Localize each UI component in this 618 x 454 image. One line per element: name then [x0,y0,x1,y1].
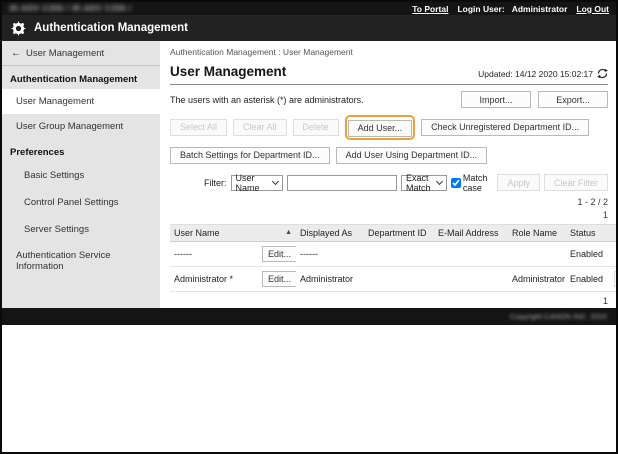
back-arrow-icon: ← [11,49,21,59]
sidebar-back-user-management[interactable]: ← User Management [2,41,160,66]
device-name-redacted: iR-ADV C356 / iR-ADV C356 / [9,4,131,13]
cell-status: Enabled [566,266,610,291]
user-table: User Name ▲ Displayed As Department ID E… [170,224,616,292]
breadcrumb: Authentication Management : User Managem… [170,47,608,57]
sort-ascending-icon[interactable]: ▲ [285,229,292,236]
remote-ui-window: iR-ADV C356 / iR-ADV C356 / To Portal Lo… [0,0,618,454]
cell-displayed-as: ------ [296,241,364,266]
table-row: Administrator * Edit... Administrator Ad… [170,266,616,291]
pagination-bottom: 1 1 - 2 / 2 [170,295,608,308]
chevron-down-icon [272,177,279,184]
login-user-label: Login User: [457,4,504,14]
batch-settings-department-id-button[interactable]: Batch Settings for Department ID... [170,147,330,164]
filter-label: Filter: [204,178,227,188]
sidebar-item-authentication-service-information[interactable]: Authentication Service Information [2,243,160,279]
main-panel: Authentication Management : User Managem… [160,41,616,308]
updated-timestamp: Updated: 14/12 2020 15:02:17 [478,69,593,79]
cell-user-name: Administrator * [170,266,258,291]
col-email-address: E-Mail Address [434,224,508,241]
refresh-icon[interactable] [597,68,608,79]
table-header-row: User Name ▲ Displayed As Department ID E… [170,224,616,241]
col-status: Status [566,224,610,241]
disable-button[interactable]: Disable [614,271,616,287]
login-user-value: Administrator [512,4,568,14]
cell-role [508,241,566,266]
export-button[interactable]: Export... [538,91,608,108]
col-role-name: Role Name [508,224,566,241]
sidebar-item-user-group-management[interactable]: User Group Management [2,114,160,139]
col-user-name: User Name [174,228,220,238]
app-title: Authentication Management [34,22,188,34]
pagination-range: 1 - 2 / 2 [170,196,608,209]
filter-match-select[interactable]: Exact Match [401,175,447,191]
add-user-highlight-ring: Add User... [345,115,416,140]
select-all-button[interactable]: Select All [170,119,227,136]
footer-bar: Copyright CANON INC. 2020 [2,308,616,325]
sidebar: ← User Management Authentication Managem… [2,41,160,308]
col-displayed-as: Displayed As [296,224,364,241]
edit-button[interactable]: Edit... [262,246,296,262]
page-title: User Management [170,64,286,79]
cell-role: Administrator [508,266,566,291]
table-row: ------ Edit... ------ Enabled [170,241,616,266]
cell-email [434,266,508,291]
cell-displayed-as: Administrator [296,266,364,291]
cell-email [434,241,508,266]
match-case-label: Match case [463,173,490,193]
pagination-top: 1 - 2 / 2 1 [170,196,608,222]
gear-icon [11,21,26,36]
empty-area [2,325,616,452]
edit-button[interactable]: Edit... [262,271,296,287]
sidebar-section-preferences: Preferences [2,139,160,162]
logout-link[interactable]: Log Out [576,4,609,14]
cell-department-id [364,266,434,291]
chevron-down-icon [436,177,443,184]
cell-status: Enabled [566,241,610,266]
sidebar-item-control-panel-settings[interactable]: Control Panel Settings [2,189,160,216]
add-user-button[interactable]: Add User... [348,120,413,137]
copyright-redacted: Copyright CANON INC. 2020 [510,312,607,321]
col-department-id: Department ID [364,224,434,241]
admin-asterisk-note: The users with an asterisk (*) are admin… [170,95,364,105]
sidebar-item-basic-settings[interactable]: Basic Settings [2,162,160,189]
sidebar-section-authentication-management: Authentication Management [2,66,160,89]
cell-user-name: ------ [170,241,258,266]
pagination-page-1[interactable]: 1 [170,295,608,308]
sidebar-item-server-settings[interactable]: Server Settings [2,216,160,243]
import-button[interactable]: Import... [461,91,531,108]
clear-filter-button[interactable]: Clear Filter [544,174,608,191]
filter-field-select[interactable]: User Name [231,175,284,191]
add-user-using-department-id-button[interactable]: Add User Using Department ID... [336,147,488,164]
sidebar-item-user-management[interactable]: User Management [2,89,160,114]
check-unregistered-department-id-button[interactable]: Check Unregistered Department ID... [421,119,589,136]
to-portal-link[interactable]: To Portal [412,4,448,14]
filter-text-input[interactable] [287,175,397,191]
cell-department-id [364,241,434,266]
match-case-checkbox[interactable] [451,178,461,188]
pagination-page-1[interactable]: 1 [170,209,608,222]
top-bar: iR-ADV C356 / iR-ADV C356 / To Portal Lo… [2,2,616,15]
clear-all-button[interactable]: Clear All [233,119,287,136]
delete-button[interactable]: Delete [293,119,339,136]
app-header: Authentication Management [2,15,616,41]
apply-button[interactable]: Apply [497,174,540,191]
